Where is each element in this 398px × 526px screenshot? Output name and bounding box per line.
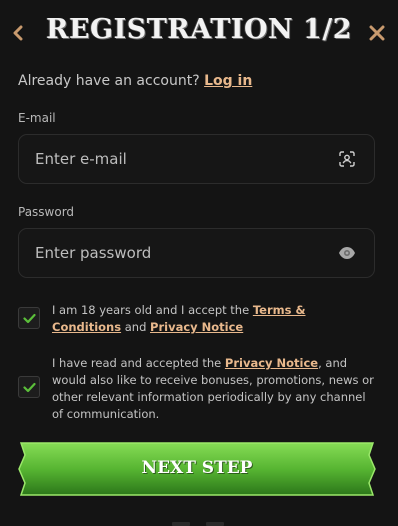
terms-checkbox[interactable] xyxy=(18,307,40,329)
password-field-container xyxy=(18,228,375,278)
next-step-button[interactable]: NEXT STEP xyxy=(17,441,377,497)
toggle-password-visibility-button[interactable] xyxy=(336,242,358,264)
checkmark-icon xyxy=(22,382,36,392)
login-link[interactable]: Log in xyxy=(204,73,252,89)
password-label: Password xyxy=(18,205,75,219)
marketing-consent-text: I have read and accepted the Privacy Not… xyxy=(52,355,377,423)
consent-text: I have read and accepted the xyxy=(52,356,225,370)
login-prompt: Already have an account? Log in xyxy=(18,73,252,89)
face-scan-icon xyxy=(339,151,355,167)
login-prompt-text: Already have an account? xyxy=(18,73,200,89)
privacy-notice-link[interactable]: Privacy Notice xyxy=(150,320,243,334)
marketing-consent: I have read and accepted the Privacy Not… xyxy=(18,355,378,423)
terms-consent: I am 18 years old and I accept the Terms… xyxy=(18,302,378,338)
face-scan-button[interactable] xyxy=(336,148,358,170)
decorative-footer-mark xyxy=(172,522,224,526)
close-button[interactable] xyxy=(366,22,388,44)
checkmark-icon xyxy=(22,313,36,323)
email-field-container xyxy=(18,134,375,184)
next-step-label: NEXT STEP xyxy=(141,458,253,478)
consent-text: and xyxy=(121,320,151,334)
marketing-checkbox[interactable] xyxy=(18,376,40,398)
email-label: E-mail xyxy=(18,111,56,125)
password-field[interactable] xyxy=(19,229,336,277)
email-field[interactable] xyxy=(19,135,336,183)
page-title: REGISTRATION 1/2 xyxy=(46,14,352,45)
header: REGISTRATION 1/2 xyxy=(0,0,398,66)
close-icon xyxy=(369,25,385,41)
consent-text: I am 18 years old and I accept the xyxy=(52,303,253,317)
privacy-notice-link[interactable]: Privacy Notice xyxy=(225,356,318,370)
terms-consent-text: I am 18 years old and I accept the Terms… xyxy=(52,302,377,336)
eye-icon xyxy=(339,247,355,259)
